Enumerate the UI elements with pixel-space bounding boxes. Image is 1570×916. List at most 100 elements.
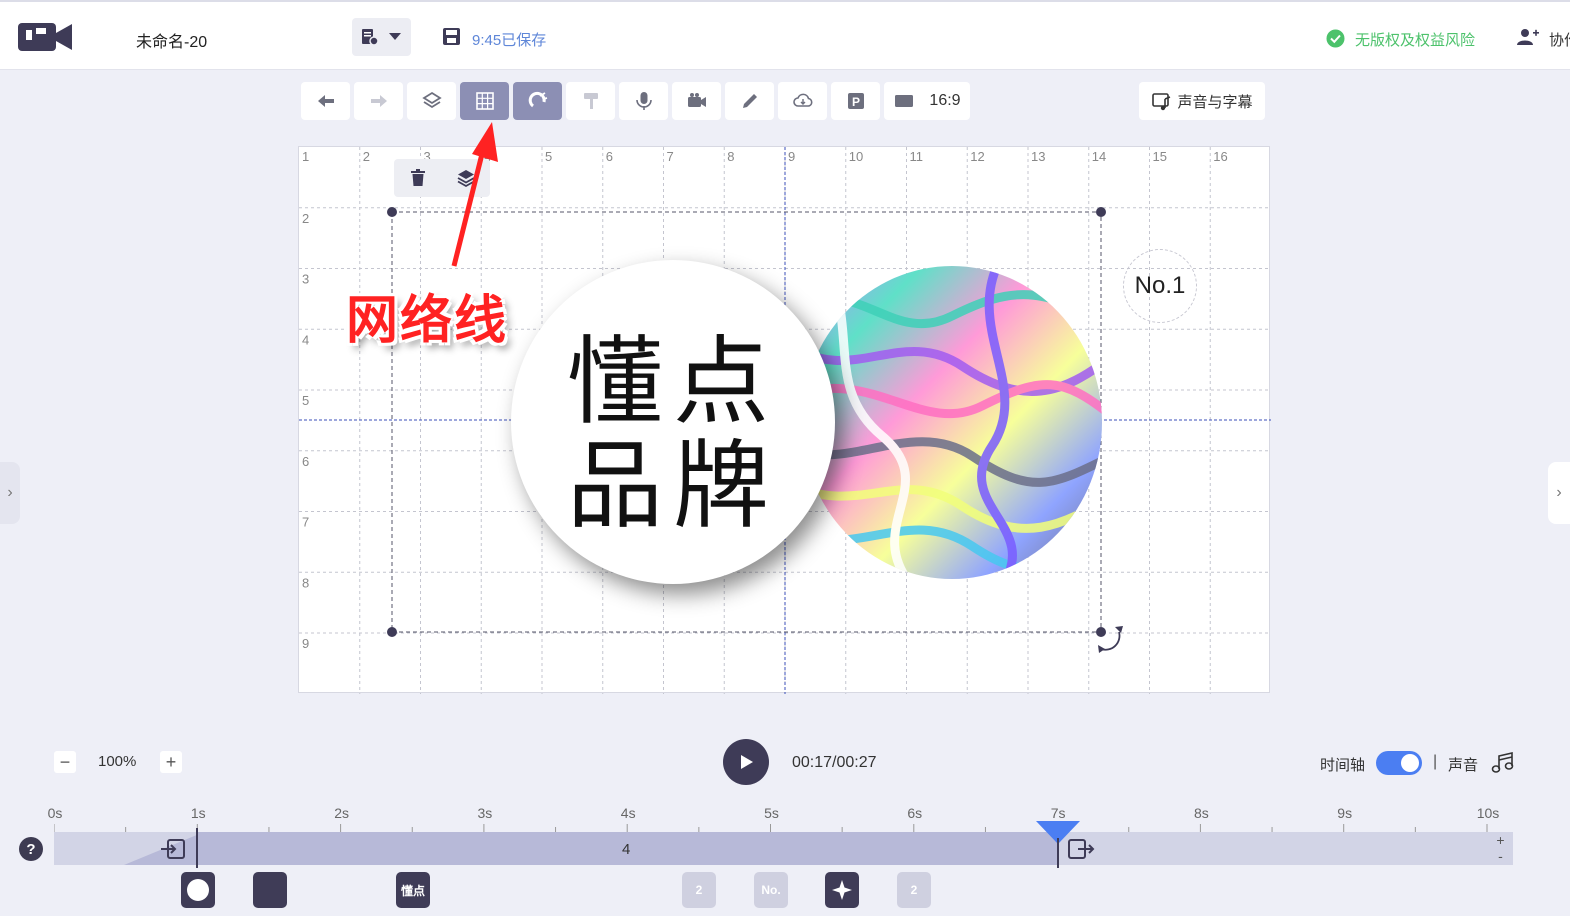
keyframe-shape[interactable]	[253, 872, 287, 908]
time-tick-label: 10s	[1476, 805, 1500, 821]
time-tick-label: 7s	[1050, 805, 1066, 821]
video-camera-logo-icon[interactable]	[18, 20, 74, 54]
timeline-track[interactable]	[54, 828, 1488, 868]
grid-annotation-label: 网络线	[346, 291, 509, 351]
sound-label[interactable]: 声音	[1448, 754, 1478, 775]
camera-button[interactable]	[672, 82, 721, 120]
undo-icon	[317, 95, 334, 107]
time-tick-label: 9s	[1337, 805, 1353, 821]
time-tick-label: 2s	[334, 805, 349, 821]
format-brush-button[interactable]	[566, 82, 615, 120]
grid-col-label: 2	[363, 149, 370, 164]
grid-row-label: 4	[302, 332, 309, 347]
help-button[interactable]: ?	[19, 837, 43, 861]
collaborate-label[interactable]: 协作	[1549, 29, 1570, 50]
time-tick-label: 8s	[1193, 805, 1209, 821]
cloud-icon	[792, 93, 812, 107]
check-circle-icon	[1326, 29, 1345, 48]
file-settings-icon	[362, 29, 379, 46]
resize-handle-tr[interactable]	[1096, 207, 1106, 217]
holographic-swirl-image[interactable]	[802, 266, 1102, 579]
redo-icon	[370, 95, 387, 107]
timeline-label: 时间轴	[1320, 757, 1366, 774]
grid-row-label: 3	[302, 272, 309, 287]
keyframe-layer-2[interactable]: 2	[682, 872, 716, 908]
resize-handle-br[interactable]	[1096, 627, 1106, 637]
grid-col-label: 16	[1213, 149, 1227, 164]
pen-button[interactable]	[725, 82, 774, 120]
resize-handle-tl[interactable]	[387, 207, 397, 217]
time-tick-label: 0s	[47, 805, 63, 821]
cloud-button[interactable]	[778, 82, 827, 120]
ruler-minor-ticks	[54, 824, 1488, 832]
play-button[interactable]	[723, 739, 769, 785]
p-button[interactable]: P	[831, 82, 880, 120]
aspect-ratio-label: 16:9	[929, 92, 961, 109]
grid-col-label: 12	[970, 149, 984, 164]
enter-animation-icon[interactable]	[160, 838, 186, 860]
zoom-in-button[interactable]: +	[160, 751, 182, 773]
layers-icon	[421, 91, 442, 109]
aspect-icon	[895, 95, 914, 107]
collaborators-icon[interactable]	[1514, 27, 1540, 47]
time-tick-label: 3s	[477, 805, 493, 821]
document-menu-dropdown[interactable]	[352, 18, 411, 56]
document-title[interactable]: 未命名-20	[136, 28, 207, 52]
format-brush-icon	[583, 93, 598, 109]
redo-button[interactable]	[354, 82, 403, 120]
chevron-down-icon	[389, 33, 401, 40]
resize-handle-bl[interactable]	[387, 627, 397, 637]
save-icon	[443, 28, 460, 45]
sparkle-icon	[832, 880, 852, 900]
time-tick-label: 4s	[620, 805, 636, 821]
svg-text:P: P	[851, 95, 859, 109]
time-display: 00:17/00:27	[792, 754, 877, 771]
track-zoom-in-button[interactable]: +	[1488, 832, 1513, 848]
microphone-button[interactable]	[619, 82, 668, 120]
layers-button[interactable]	[407, 82, 456, 120]
track-zoom-out-button[interactable]: -	[1488, 848, 1513, 864]
zoom-level: 100%	[98, 753, 137, 770]
time-tick-label: 1s	[190, 805, 206, 821]
sound-subtitle-button[interactable]: 声音与字幕	[1139, 82, 1265, 120]
clip-start-marker[interactable]	[196, 828, 198, 868]
keyframe-brand-text[interactable]: 懂点	[396, 872, 430, 908]
aspect-ratio-button[interactable]: 16:9	[884, 82, 970, 120]
grid-row-label: 7	[302, 515, 309, 530]
grid-button[interactable]	[460, 82, 509, 120]
annotation-arrow-icon	[451, 122, 498, 267]
right-panel-toggle[interactable]: ›	[1548, 462, 1570, 524]
copyright-status[interactable]: 无版权及权益风险	[1355, 29, 1475, 50]
timeline-toggle[interactable]	[1376, 751, 1422, 775]
camera-icon	[687, 93, 706, 107]
music-note-icon[interactable]	[1490, 751, 1516, 775]
keyframe-layer-2b[interactable]: 2	[897, 872, 931, 908]
brand-text-circle[interactable]: 懂点 品牌	[511, 260, 835, 584]
delete-button[interactable]	[394, 159, 442, 197]
chevron-right-icon: ›	[1556, 484, 1562, 501]
toggle-knob	[1401, 754, 1419, 772]
playhead-marker[interactable]	[1035, 820, 1081, 868]
left-panel-toggle[interactable]: ›	[0, 462, 20, 524]
zoom-out-button[interactable]: −	[54, 751, 76, 773]
header-bar: 未命名-20 9:45已保存 无版权及权益风险 协作	[0, 0, 1570, 70]
grid-col-label: 5	[545, 149, 552, 164]
keyframe-badge[interactable]: No.	[754, 872, 788, 908]
number-badge[interactable]: No.1	[1123, 249, 1197, 323]
chevron-right-icon: ›	[7, 484, 13, 501]
pen-icon	[742, 94, 757, 108]
grid-col-label: 9	[788, 149, 795, 164]
clip-label: 4	[622, 841, 631, 858]
grid-row-label: 2	[302, 211, 309, 226]
microphone-icon	[635, 92, 652, 110]
magnet-snap-button[interactable]	[513, 82, 562, 120]
track-zoom-controls: + -	[1488, 832, 1513, 865]
music-subtitle-icon	[1152, 93, 1171, 111]
keyframe-circle[interactable]	[181, 872, 215, 908]
grid-col-label: 1	[302, 149, 309, 164]
brand-text-line1: 懂点	[567, 326, 779, 438]
brand-text-line2: 品牌	[567, 430, 779, 542]
undo-button[interactable]	[301, 82, 350, 120]
grid-row-label: 8	[302, 575, 309, 590]
keyframe-sparkle[interactable]	[825, 872, 859, 908]
